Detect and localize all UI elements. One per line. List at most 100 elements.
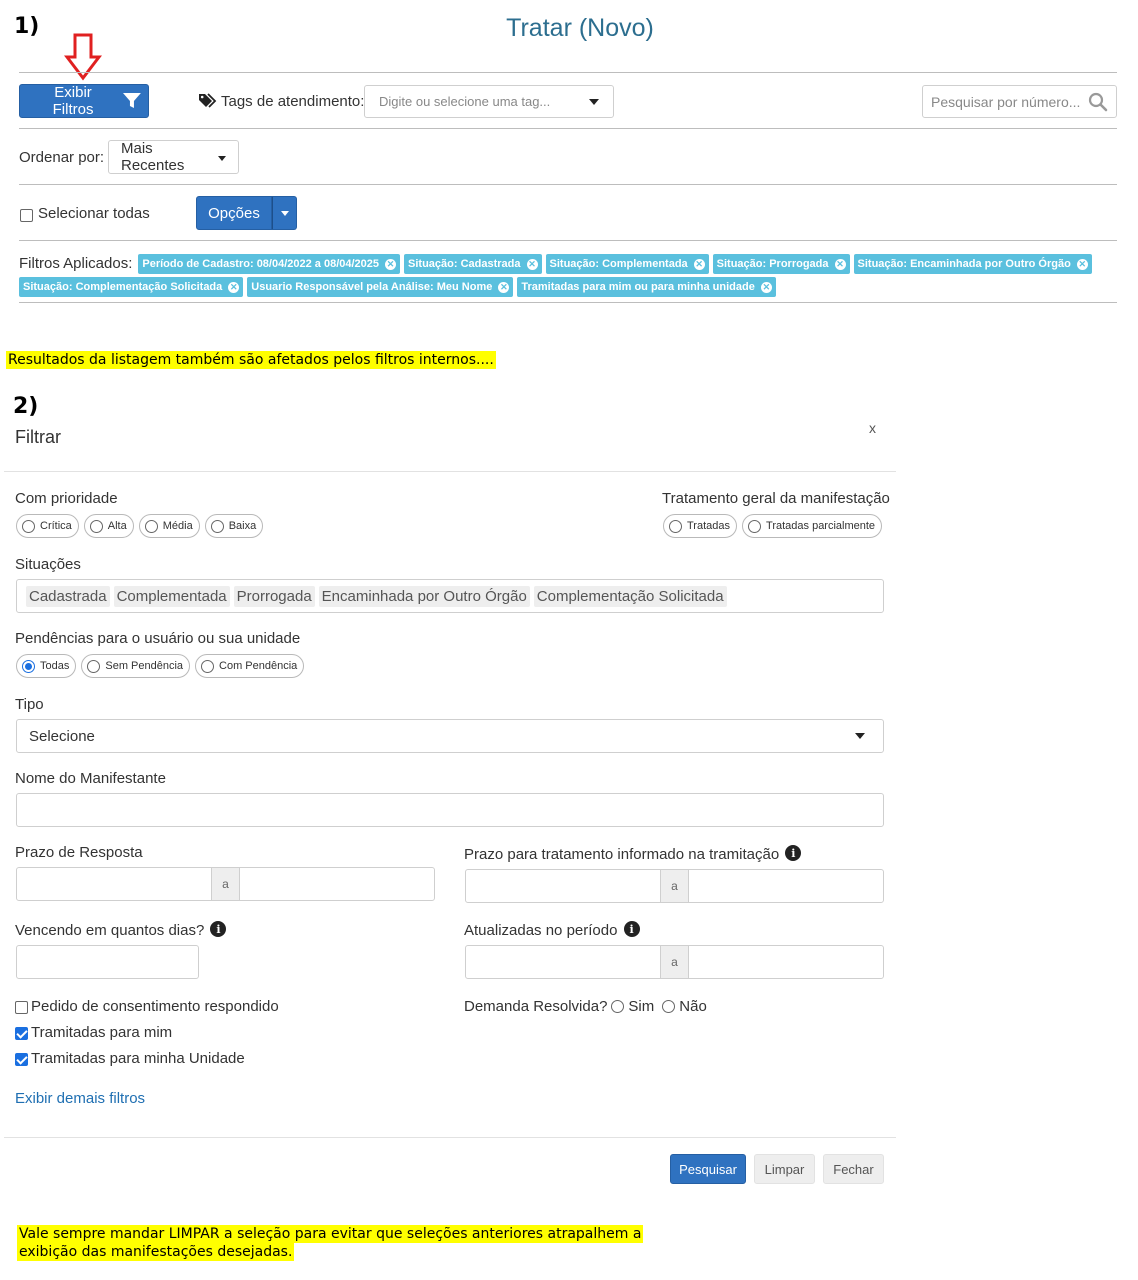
priority-options: Crítica Alta Média Baixa [16, 514, 264, 538]
resolved-demand-group: Demanda Resolvida? Sim Não [464, 998, 707, 1015]
deadline-from-input[interactable] [16, 867, 212, 901]
info-icon[interactable]: i [210, 921, 227, 938]
treatment-option-treated[interactable]: Tratadas [663, 514, 738, 538]
close-panel-button[interactable]: x [869, 420, 876, 436]
note-clear-selection: Vale sempre mandar LIMPAR a seleção para… [17, 1225, 644, 1261]
radio-icon [144, 519, 158, 533]
option-label: Alta [107, 520, 127, 532]
filter-chip[interactable]: Situação: Cadastrada ✕ [404, 254, 542, 274]
filter-chip[interactable]: Situação: Encaminhada por Outro Órgão ✕ [853, 254, 1092, 274]
treatment-deadline-to-input[interactable] [688, 869, 884, 903]
remove-chip-icon[interactable]: ✕ [385, 258, 397, 270]
deadline-to-input[interactable] [239, 867, 435, 901]
updated-to-input[interactable] [688, 945, 884, 979]
option-label: Com Pendência [219, 660, 298, 672]
treatment-deadline-from-input[interactable] [465, 869, 661, 903]
due-days-input[interactable] [16, 945, 199, 979]
pending-option-none[interactable]: Sem Pendência [81, 654, 191, 678]
due-days-label: Vencendo em quantos dias? i [15, 921, 227, 939]
priority-option-high[interactable]: Alta [83, 514, 134, 538]
divider [19, 302, 1117, 303]
radio-icon [22, 519, 35, 533]
pending-label: Pendências para o usuário ou sua unidade [15, 630, 301, 647]
filter-chip[interactable]: Tramitadas para mim ou para minha unidad… [517, 277, 776, 297]
pending-option-with[interactable]: Com Pendência [195, 654, 305, 678]
updated-from-input[interactable] [465, 945, 661, 979]
order-by-label: Ordenar por: [19, 149, 105, 166]
order-by-dropdown[interactable]: Mais Recentes [108, 140, 239, 174]
clear-button[interactable]: Limpar [754, 1154, 815, 1184]
remove-chip-icon[interactable]: ✕ [526, 258, 538, 270]
tags-select[interactable]: Digite ou selecione uma tag... [364, 85, 614, 118]
treatment-deadline-range-separator: a [660, 869, 689, 903]
search-number-input[interactable]: Pesquisar por número... [922, 85, 1117, 118]
consent-checkbox[interactable] [15, 1000, 28, 1014]
priority-option-critical[interactable]: Crítica [16, 514, 79, 538]
filter-chip-label: Situação: Cadastrada [408, 258, 521, 270]
close-button[interactable]: Fechar [823, 1154, 884, 1184]
situation-tag[interactable]: Prorrogada [233, 585, 315, 607]
treatment-option-partial[interactable]: Tratadas parcialmente [742, 514, 883, 538]
type-select[interactable]: Selecione [16, 719, 884, 753]
situations-label: Situações [15, 556, 81, 573]
radio-icon [89, 519, 103, 533]
radio-icon [201, 659, 215, 673]
info-icon[interactable]: i [623, 921, 640, 938]
situation-tag[interactable]: Encaminhada por Outro Órgão [318, 585, 530, 607]
applied-filters-label: Filtros Aplicados: [19, 255, 133, 272]
priority-option-medium[interactable]: Média [138, 514, 200, 538]
remove-chip-icon[interactable]: ✕ [1076, 258, 1088, 270]
note-internal-filters: Resultados da listagem também são afetad… [6, 351, 496, 369]
priority-label: Com prioridade [15, 490, 118, 507]
resolved-no-radio[interactable] [662, 1000, 676, 1013]
pending-options: Todas Sem Pendência Com Pendência [16, 654, 305, 678]
caret-down-icon [280, 210, 289, 216]
tags-icon [199, 93, 217, 108]
manifestant-input[interactable] [16, 793, 884, 827]
due-days-text: Vencendo em quantos dias? [15, 922, 205, 939]
options-split-button: Opções [196, 196, 297, 230]
filter-chip[interactable]: Situação: Prorrogada ✕ [712, 254, 850, 274]
filter-chip[interactable]: Usuario Responsável pela Análise: Meu No… [247, 277, 514, 297]
consent-label: Pedido de consentimento respondido [31, 998, 279, 1015]
divider [4, 1137, 896, 1138]
sent-to-me-option[interactable]: Tramitadas para mim [15, 1024, 172, 1041]
option-label: Média [162, 520, 193, 532]
search-button[interactable]: Pesquisar [670, 1154, 746, 1184]
remove-chip-icon[interactable]: ✕ [760, 281, 772, 293]
filter-chip[interactable]: Situação: Complementada ✕ [545, 254, 709, 274]
sent-to-me-checkbox[interactable] [15, 1026, 28, 1040]
divider [19, 128, 1117, 129]
remove-chip-icon[interactable]: ✕ [498, 281, 510, 293]
sent-to-unit-option[interactable]: Tramitadas para minha Unidade [15, 1050, 245, 1067]
more-filters-link[interactable]: Exibir demais filtros [15, 1090, 145, 1107]
filter-chip-label: Situação: Prorrogada [716, 258, 829, 270]
filter-chip[interactable]: Período de Cadastro: 08/04/2022 a 08/04/… [138, 254, 401, 274]
tags-placeholder: Digite ou selecione uma tag... [379, 94, 551, 109]
resolved-yes-radio[interactable] [611, 1000, 625, 1013]
priority-option-low[interactable]: Baixa [204, 514, 264, 538]
select-all-checkbox[interactable] [20, 209, 33, 223]
situation-tag[interactable]: Complementação Solicitada [533, 585, 727, 607]
remove-chip-icon[interactable]: ✕ [228, 281, 240, 293]
show-filters-button[interactable]: Exibir Filtros [19, 84, 149, 118]
options-dropdown-toggle[interactable] [272, 196, 297, 230]
radio-icon [22, 659, 35, 673]
consent-option[interactable]: Pedido de consentimento respondido [15, 998, 279, 1015]
options-button[interactable]: Opções [196, 196, 272, 230]
remove-chip-icon[interactable]: ✕ [693, 258, 705, 270]
option-label: Crítica [40, 520, 72, 532]
search-icon[interactable] [1088, 92, 1108, 112]
situation-tag[interactable]: Complementada [113, 585, 230, 607]
situation-tag[interactable]: Cadastrada [26, 585, 110, 607]
filter-chip[interactable]: Situação: Complementação Solicitada ✕ [19, 277, 244, 297]
tags-label: Tags de atendimento: [221, 93, 365, 110]
radio-icon [87, 659, 101, 673]
info-icon[interactable]: i [785, 845, 802, 862]
sent-to-unit-checkbox[interactable] [15, 1052, 28, 1066]
situations-multiselect[interactable]: Cadastrada Complementada Prorrogada Enca… [16, 579, 884, 613]
updated-period-label: Atualizadas no período i [464, 921, 640, 939]
step-2-number: 2) [13, 394, 39, 419]
pending-option-all[interactable]: Todas [16, 654, 77, 678]
remove-chip-icon[interactable]: ✕ [834, 258, 846, 270]
